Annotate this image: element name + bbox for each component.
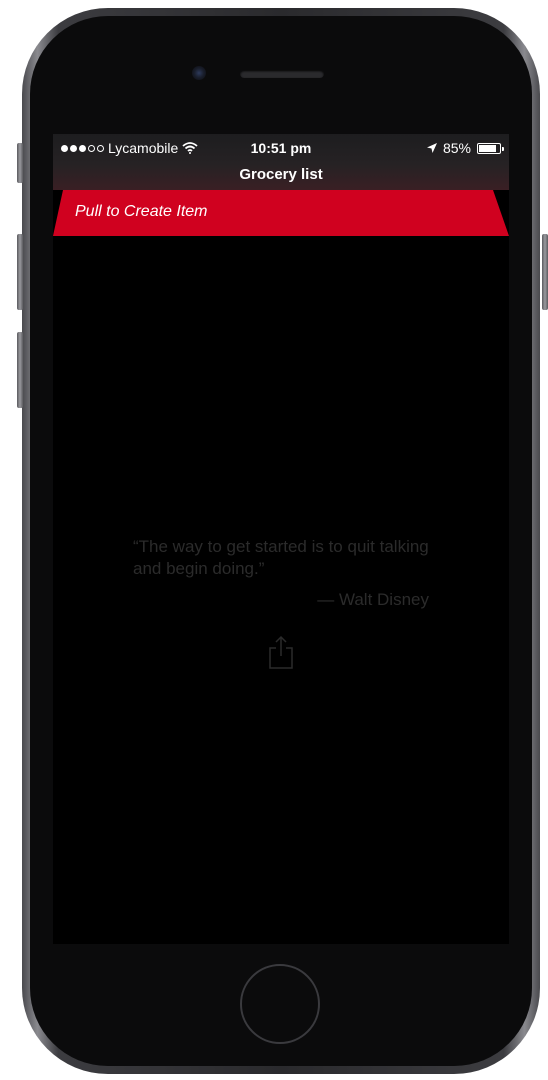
status-bar: Lycamobile 10:51 pm 85% Grocery list	[53, 134, 509, 190]
pull-to-create-banner[interactable]: Pull to Create Item	[53, 190, 509, 236]
earpiece-speaker	[240, 70, 324, 78]
home-button[interactable]	[240, 964, 320, 1044]
battery-percent: 85%	[442, 140, 471, 156]
empty-state-quote: “The way to get started is to quit talki…	[133, 537, 429, 578]
battery-icon	[477, 142, 504, 154]
share-icon[interactable]	[267, 634, 295, 670]
location-arrow-icon	[426, 143, 437, 153]
page-title: Grocery list	[239, 166, 323, 183]
front-camera	[192, 66, 206, 80]
mute-switch	[17, 143, 23, 183]
quote-author: — Walt Disney	[317, 590, 429, 609]
power-button	[542, 234, 548, 310]
volume-down-button	[17, 332, 23, 408]
volume-up-button	[17, 234, 23, 310]
status-right: 85%	[426, 140, 504, 156]
app-screen: Lycamobile 10:51 pm 85% Grocery list Pul…	[53, 134, 509, 944]
pull-to-create-label: Pull to Create Item	[75, 203, 208, 220]
